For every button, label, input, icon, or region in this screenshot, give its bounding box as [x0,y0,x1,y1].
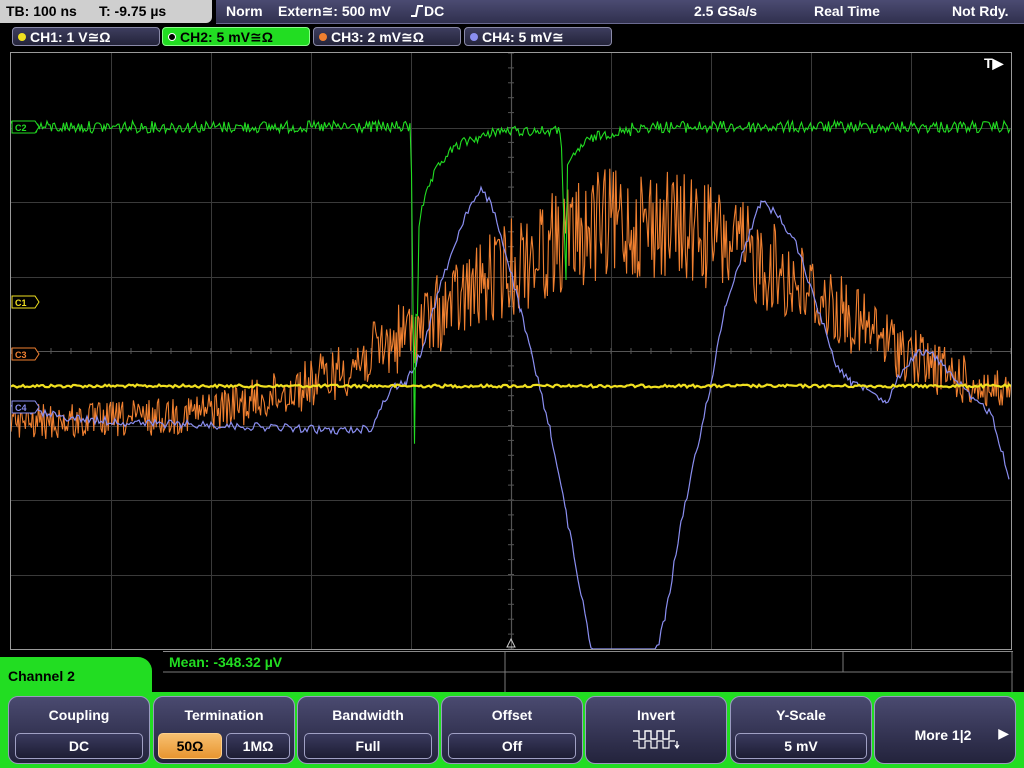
trigger-source: Extern≅: 500 mV [278,3,391,19]
channel-tab-ch4[interactable]: CH4: 5 mV≅ [464,27,612,46]
trigger-position-marker[interactable]: T▶ [984,55,1005,71]
trigger-mode: Norm [226,3,263,19]
channel-tab-ch1[interactable]: CH1: 1 V≅Ω [12,27,160,46]
more-softkey[interactable]: More 1|2 ▶ [874,696,1016,764]
ch2-tab-label: CH2: 5 mV≅Ω [180,29,273,45]
yscale-label: Y-Scale [776,707,826,723]
invert-softkey[interactable]: Invert [585,696,727,764]
bandwidth-softkey[interactable]: Bandwidth Full [297,696,439,764]
coupling-softkey[interactable]: Coupling DC [8,696,150,764]
softkey-bar: Coupling DC Termination 50Ω 1MΩ Bandwidt… [0,692,1024,768]
ch2-marker-label: C2 [15,123,27,133]
menu-title-text: Channel 2 [8,668,75,684]
ch4-marker-label: C4 [15,403,27,413]
termination-50ohm-button[interactable]: 50Ω [158,733,222,759]
bandwidth-value-button[interactable]: Full [304,733,432,759]
bandwidth-label: Bandwidth [332,707,404,723]
offset-softkey[interactable]: Offset Off [441,696,583,764]
invert-label: Invert [636,707,676,723]
ch1-color-dot [18,33,26,41]
more-arrow-icon: ▶ [998,725,1009,741]
trigger-time-value: T: -9.75 µs [99,3,167,19]
acquisition-status: Not Rdy. [952,3,1009,19]
waveform-display[interactable]: C1 C3 C2 C4 T▶ [10,52,1012,650]
yscale-value-button[interactable]: 5 mV [735,733,867,759]
ch4-waveform [11,185,1010,649]
ch4-color-dot [470,33,478,41]
status-bar: TB: 100 ns T: -9.75 µs Norm Extern≅: 500… [0,0,1024,24]
ch3-marker-label: C3 [15,350,27,360]
waveform-graph[interactable]: C1 C3 C2 C4 T▶ [11,53,1011,649]
measurement-grid [163,652,1013,692]
ch4-ground-marker[interactable]: C4 [11,400,40,414]
offset-value-button[interactable]: Off [448,733,576,759]
sample-rate: 2.5 GSa/s [694,3,758,19]
yscale-softkey[interactable]: Y-Scale 5 mV [730,696,872,764]
channel-tab-ch3[interactable]: CH3: 2 mV≅Ω [313,27,461,46]
channel-tab-ch2[interactable]: CH2: 5 mV≅Ω [162,27,310,46]
rising-edge-icon [410,0,424,23]
ch2-color-dot [168,33,176,41]
ch3-tab-label: CH3: 2 mV≅Ω [331,29,424,45]
ch1-tab-label: CH1: 1 V≅Ω [30,29,111,45]
termination-1mohm-button[interactable]: 1MΩ [226,733,290,759]
coupling-label: Coupling [48,707,110,723]
ch3-ground-marker[interactable]: C3 [11,347,40,361]
ch3-waveform [11,168,1011,440]
ch3-color-dot [319,33,327,41]
menu-title: Channel 2 [0,657,152,697]
coupling-value-button[interactable]: DC [15,733,143,759]
ch1-ground-marker[interactable]: C1 [11,295,40,309]
trigger-status-bar[interactable]: Norm Extern≅: 500 mV DC 2.5 GSa/s Real T… [216,0,1024,24]
ch4-tab-label: CH4: 5 mV≅ [482,29,564,45]
timebase-panel[interactable]: TB: 100 ns T: -9.75 µs [0,0,212,23]
invert-waveform-icon [586,727,726,754]
termination-label: Termination [184,707,264,723]
offset-label: Offset [491,707,533,723]
measurement-area: Mean: -348.32 µV [163,651,1013,692]
more-label: More 1|2 [914,727,972,743]
trigger-coupling: DC [424,3,445,19]
termination-softkey[interactable]: Termination 50Ω 1MΩ [153,696,295,764]
channel-tabs: CH1: 1 V≅Ω CH2: 5 mV≅Ω CH3: 2 mV≅Ω CH4: … [0,27,1024,48]
acquisition-mode: Real Time [814,3,880,19]
graticule [11,53,1011,649]
timebase-value: TB: 100 ns [6,3,77,19]
ch1-marker-label: C1 [15,298,27,308]
ch2-ground-marker[interactable]: C2 [11,120,40,134]
